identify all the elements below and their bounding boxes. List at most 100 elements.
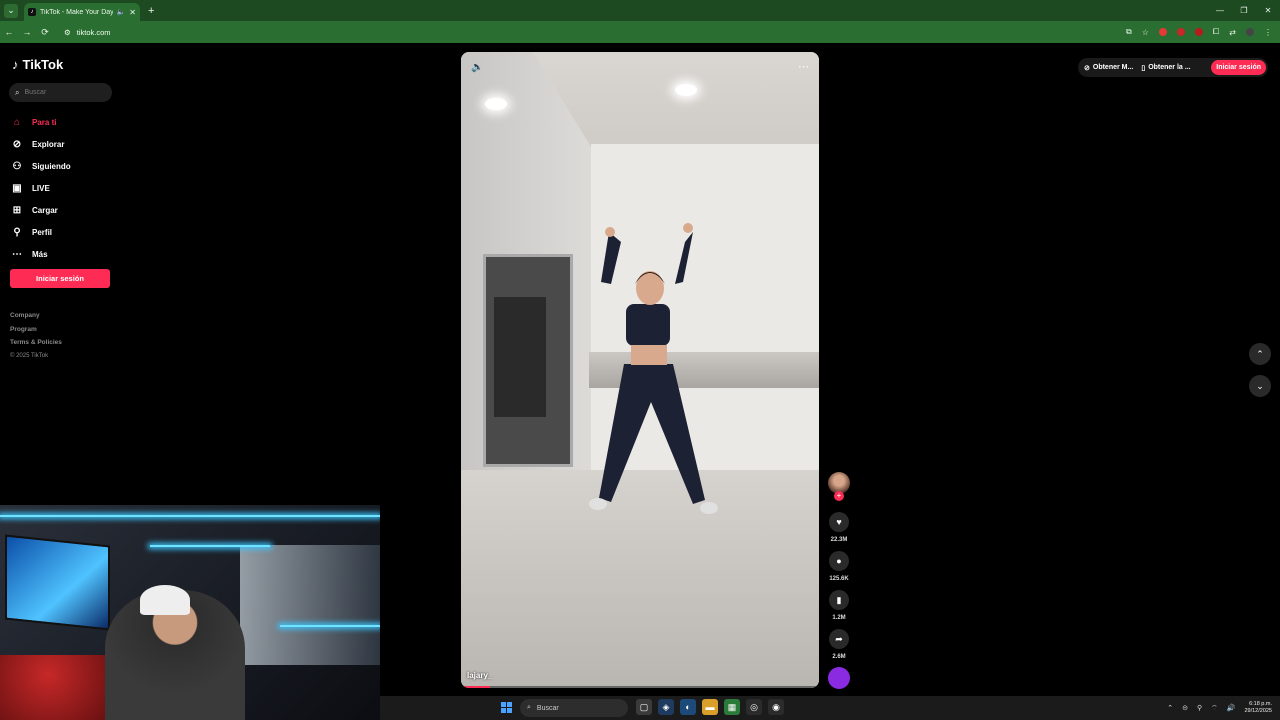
volume-icon[interactable]: 🔊 xyxy=(1227,704,1236,712)
close-window-button[interactable]: ✕ xyxy=(1256,0,1280,21)
login-button[interactable]: Iniciar sesión xyxy=(10,269,110,288)
webcam-red-chair xyxy=(0,655,120,720)
browser-menu-icon[interactable]: ⋮ xyxy=(1264,28,1272,37)
search-box[interactable]: ⌕ xyxy=(9,83,112,102)
webcam-background-room xyxy=(240,545,380,665)
chevron-up-icon: ⌃ xyxy=(1256,348,1264,359)
cast-icon[interactable]: ⧉ xyxy=(1126,27,1132,37)
like-button[interactable]: ♥ xyxy=(829,512,849,532)
previous-video-button[interactable]: ⌃ xyxy=(1249,343,1271,365)
wifi-icon[interactable]: ⌔ xyxy=(1211,704,1218,713)
tray-overflow-icon[interactable]: ⌃ xyxy=(1167,704,1173,712)
dancer-figure xyxy=(589,223,718,514)
video-progress-bar[interactable] xyxy=(461,686,819,688)
get-app-pill[interactable]: ⊘ Obtener M... xyxy=(1084,64,1133,72)
share-arrow-icon: ➦ xyxy=(835,633,843,644)
taskbar-search[interactable]: ⌕ Buscar xyxy=(520,699,628,717)
tab-close-icon[interactable]: ✕ xyxy=(129,8,136,17)
mute-icon[interactable]: 🔈 xyxy=(471,62,483,73)
comment-action: ● 125.6K xyxy=(826,551,852,582)
get-mobile-label: Obtener la ... xyxy=(1148,64,1191,71)
video-progress-fill xyxy=(461,686,490,688)
edge-icon[interactable]: ◐ xyxy=(680,699,696,715)
sidebar-item-label: Cargar xyxy=(32,205,58,215)
sidebar-item-live[interactable]: ▣ LIVE xyxy=(11,177,71,199)
heart-icon: ♥ xyxy=(836,517,842,527)
sidebar-item-label: Explorar xyxy=(32,139,65,149)
top-login-button[interactable]: Iniciar sesión xyxy=(1211,60,1266,75)
extension-icon-2[interactable] xyxy=(1194,28,1203,36)
forward-icon[interactable]: → xyxy=(18,27,36,37)
like-action: ♥ 22.3M xyxy=(826,512,852,543)
music-disc-icon[interactable] xyxy=(828,667,850,689)
comment-button[interactable]: ● xyxy=(829,551,849,571)
share-button[interactable]: ➦ xyxy=(829,629,849,649)
video-player[interactable]: 🔈 ⋯ lajary_ xyxy=(461,52,819,688)
new-tab-button[interactable]: + xyxy=(148,5,154,17)
video-username[interactable]: lajary_ xyxy=(467,671,492,680)
footer-terms-link[interactable]: Terms & Policies xyxy=(10,336,62,350)
tab-search-icon[interactable]: ⌄ xyxy=(4,3,18,18)
tab-tiktok[interactable]: ♪ TikTok - Make Your Day 🔈 ✕ xyxy=(24,3,140,21)
url-field[interactable]: ⚙ tiktok.com xyxy=(64,28,111,37)
bookmark-icon: ▮ xyxy=(836,594,842,605)
comment-icon: ● xyxy=(836,556,842,566)
tiktok-logo[interactable]: ♪ TikTok xyxy=(12,57,63,72)
reload-icon[interactable]: ⟳ xyxy=(36,27,54,38)
profile-avatar-icon[interactable] xyxy=(1246,28,1254,36)
follow-plus-icon[interactable]: + xyxy=(834,491,844,501)
store-icon[interactable]: ▦ xyxy=(724,699,740,715)
profile-icon: ⚲ xyxy=(13,226,21,238)
video-more-icon[interactable]: ⋯ xyxy=(798,60,809,73)
adblock-extension-icon[interactable] xyxy=(1176,28,1185,36)
chrome-alt-icon[interactable]: ◎ xyxy=(746,699,762,715)
share-action: ➦ 2.6M xyxy=(826,629,852,660)
footer-program-link[interactable]: Program xyxy=(10,323,62,337)
webcam-streamer-cap xyxy=(140,585,190,615)
taskbar-apps: ▢ ◈ ◐ ▬ ▦ ◎ ◉ xyxy=(636,699,784,715)
sidebar-menu: ⌂ Para ti ⊘ Explorar ⚇ Siguiendo ▣ LIVE … xyxy=(11,111,71,265)
file-explorer-icon[interactable]: ▬ xyxy=(702,699,718,715)
restore-button[interactable]: ❐ xyxy=(1232,0,1256,21)
copilot-icon[interactable]: ◈ xyxy=(658,699,674,715)
get-mobile-pill[interactable]: ▯ Obtener la ... xyxy=(1141,64,1190,72)
sidebar-item-para-ti[interactable]: ⌂ Para ti xyxy=(11,111,71,133)
back-icon[interactable]: ← xyxy=(0,27,18,37)
sidebar-item-explorar[interactable]: ⊘ Explorar xyxy=(11,133,71,155)
browser-tab-strip: ⌄ ♪ TikTok - Make Your Day 🔈 ✕ + — ❐ ✕ xyxy=(0,0,1280,21)
site-info-icon[interactable]: ⚙ xyxy=(64,28,71,37)
chevron-down-icon: ⌄ xyxy=(1256,380,1264,391)
clock-date: 29/12/2025 xyxy=(1244,708,1272,714)
extension-icon[interactable] xyxy=(1158,28,1167,36)
sidebar-item-label: Perfil xyxy=(32,227,53,237)
sidebar-item-siguiendo[interactable]: ⚇ Siguiendo xyxy=(11,155,71,177)
compass-icon: ⊘ xyxy=(12,138,22,150)
minimize-button[interactable]: — xyxy=(1208,0,1232,21)
sidebar-item-label: Siguiendo xyxy=(32,161,71,171)
sidebar-item-perfil[interactable]: ⚲ Perfil xyxy=(11,221,71,243)
chrome-icon[interactable]: ◉ xyxy=(768,699,784,715)
clock-time: 6:18 p.m. xyxy=(1249,701,1272,707)
bookmark-star-icon[interactable]: ☆ xyxy=(1142,28,1149,37)
extension-icon-3[interactable]: ⇄ xyxy=(1229,28,1236,37)
next-video-button[interactable]: ⌄ xyxy=(1249,375,1271,397)
extensions-puzzle-icon[interactable]: ⧠ xyxy=(1213,27,1219,37)
sidebar-item-label: Más xyxy=(32,249,48,259)
mic-icon[interactable]: ⚲ xyxy=(1197,704,1202,712)
sidebar-item-mas[interactable]: ⋯ Más xyxy=(11,243,71,265)
webcam-neon-strip xyxy=(150,545,270,547)
webcam-neon-strip xyxy=(0,515,380,517)
toolbar-right: ⧉ ☆ ⧠ ⇄ ⋮ xyxy=(1126,21,1272,43)
footer-company-link[interactable]: Company xyxy=(10,309,62,323)
save-button[interactable]: ▮ xyxy=(829,590,849,610)
network-icon[interactable]: ⊝ xyxy=(1182,704,1188,712)
search-input[interactable] xyxy=(24,89,105,96)
task-view-icon[interactable]: ▢ xyxy=(636,699,652,715)
tab-audio-icon[interactable]: 🔈 xyxy=(117,8,126,16)
windows-start-icon[interactable] xyxy=(501,702,512,713)
sidebar-item-cargar[interactable]: ⊞ Cargar xyxy=(11,199,71,221)
phone-icon: ▯ xyxy=(1141,64,1146,72)
copyright-text: © 2025 TikTok xyxy=(10,352,49,359)
system-clock[interactable]: 6:18 p.m. 29/12/2025 xyxy=(1244,701,1272,715)
search-icon: ⌕ xyxy=(15,87,20,97)
